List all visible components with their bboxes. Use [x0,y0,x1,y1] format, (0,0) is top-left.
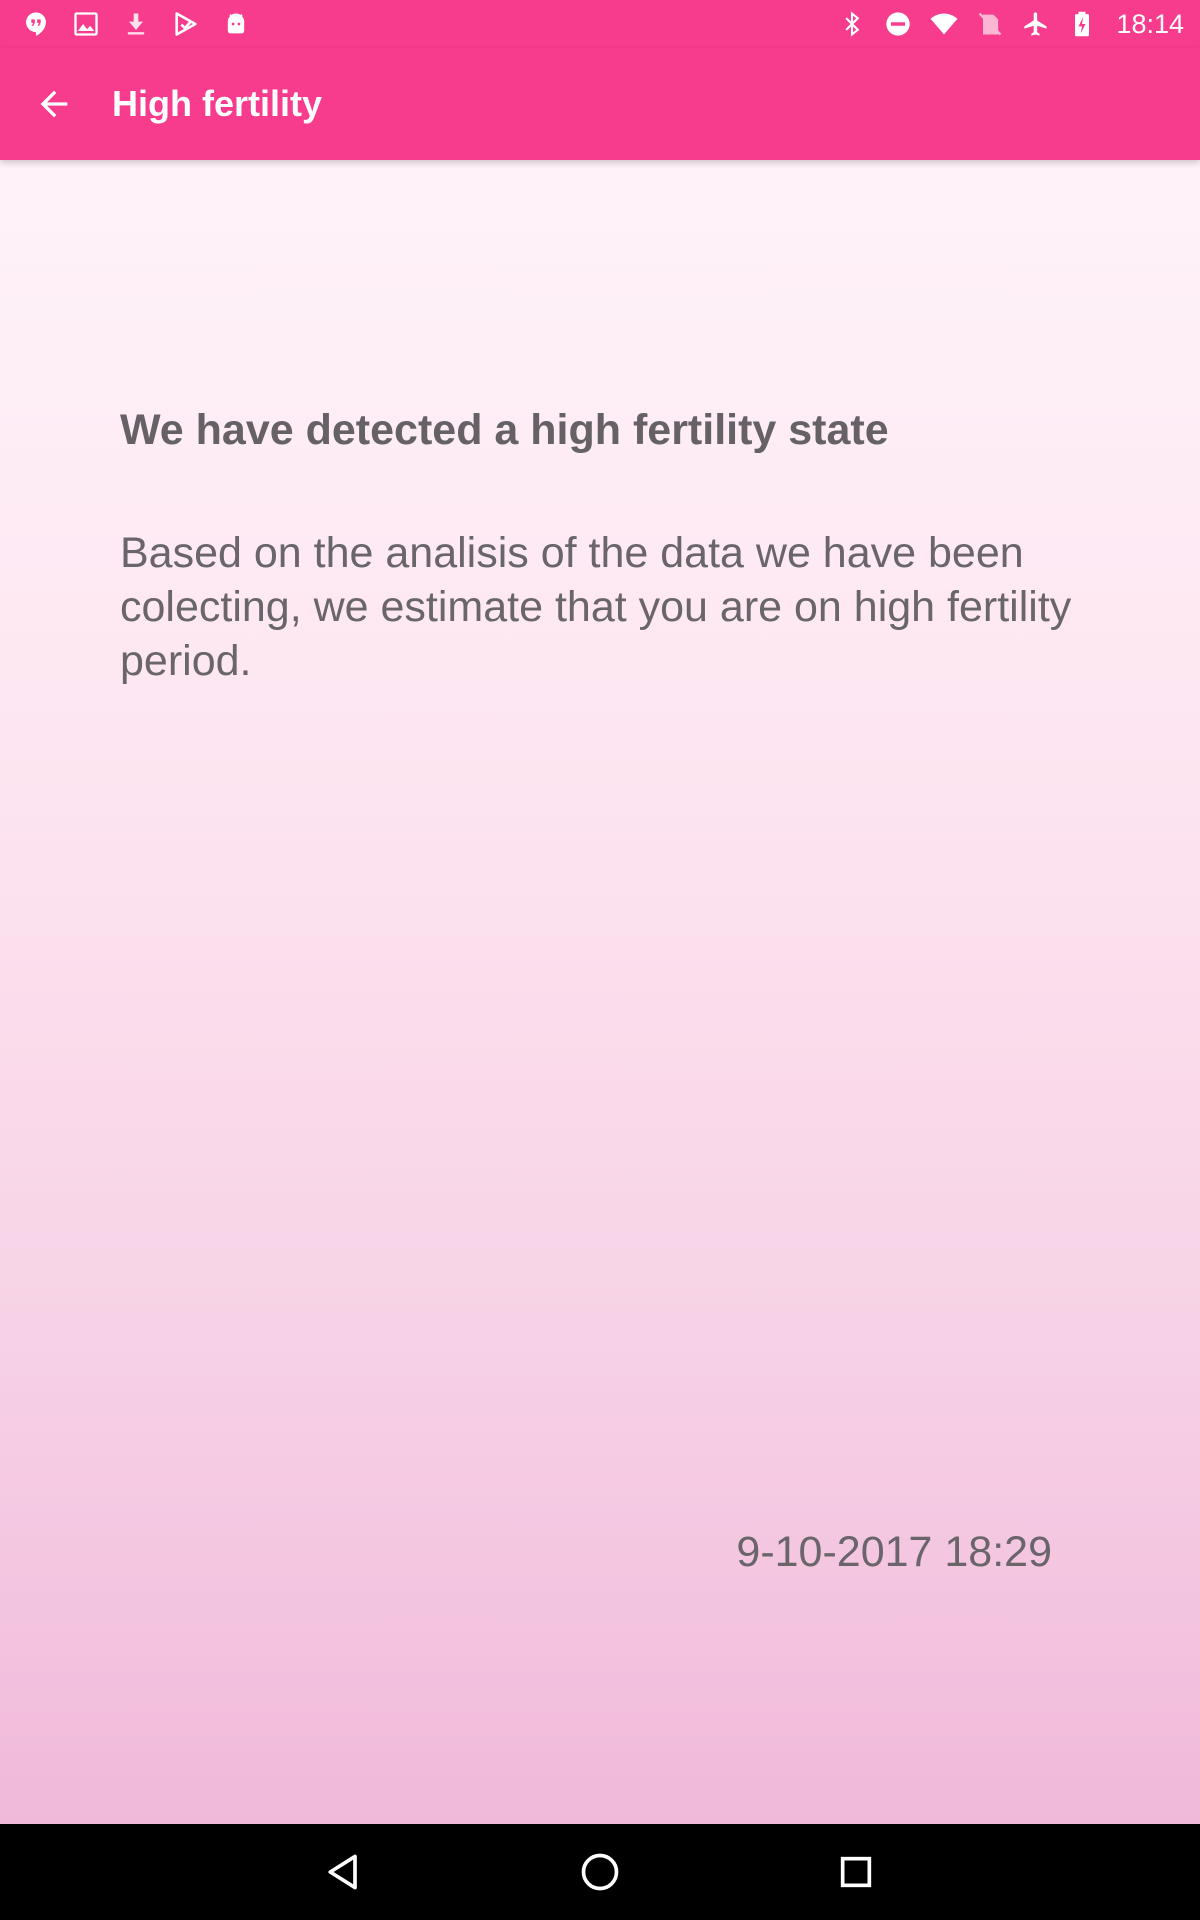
bluetooth-icon [845,11,860,37]
hangouts-icon [26,12,46,36]
back-triangle-icon [328,1854,357,1890]
arrow-back-icon [40,90,68,118]
nav-home-button[interactable] [570,1842,630,1902]
screen: 18:14 High fertility We have detected a … [0,0,1200,1920]
recents-square-icon [840,1856,872,1888]
system-status-icons: 18:14 [838,6,1184,42]
play-store-icon [175,12,197,36]
download-icon [127,13,145,35]
image-icon [74,12,98,36]
alert-headline: We have detected a high fertility state [120,406,889,454]
notification-detail: We have detected a high fertility state … [0,160,1200,1824]
nav-back-button[interactable] [314,1842,374,1902]
android-icon [227,13,245,34]
navigation-bar [0,1824,1200,1920]
nav-recents-button[interactable] [826,1842,886,1902]
status-clock: 18:14 [1116,8,1184,39]
page-title: High fertility [112,83,323,124]
airplane-icon [1024,12,1047,36]
back-button[interactable] [26,76,82,132]
home-circle-icon [581,1853,619,1891]
alert-body: Based on the analisis of the data we hav… [120,529,1072,685]
battery-charging-icon [1075,11,1090,37]
no-sim-icon [979,12,1002,36]
app-bar: High fertility [0,48,1200,160]
notification-icons [22,8,250,40]
alert-timestamp: 9-10-2017 18:29 [736,1528,1052,1576]
wifi-icon [931,13,958,35]
status-bar: 18:14 [0,0,1200,48]
do-not-disturb-icon [886,12,911,36]
